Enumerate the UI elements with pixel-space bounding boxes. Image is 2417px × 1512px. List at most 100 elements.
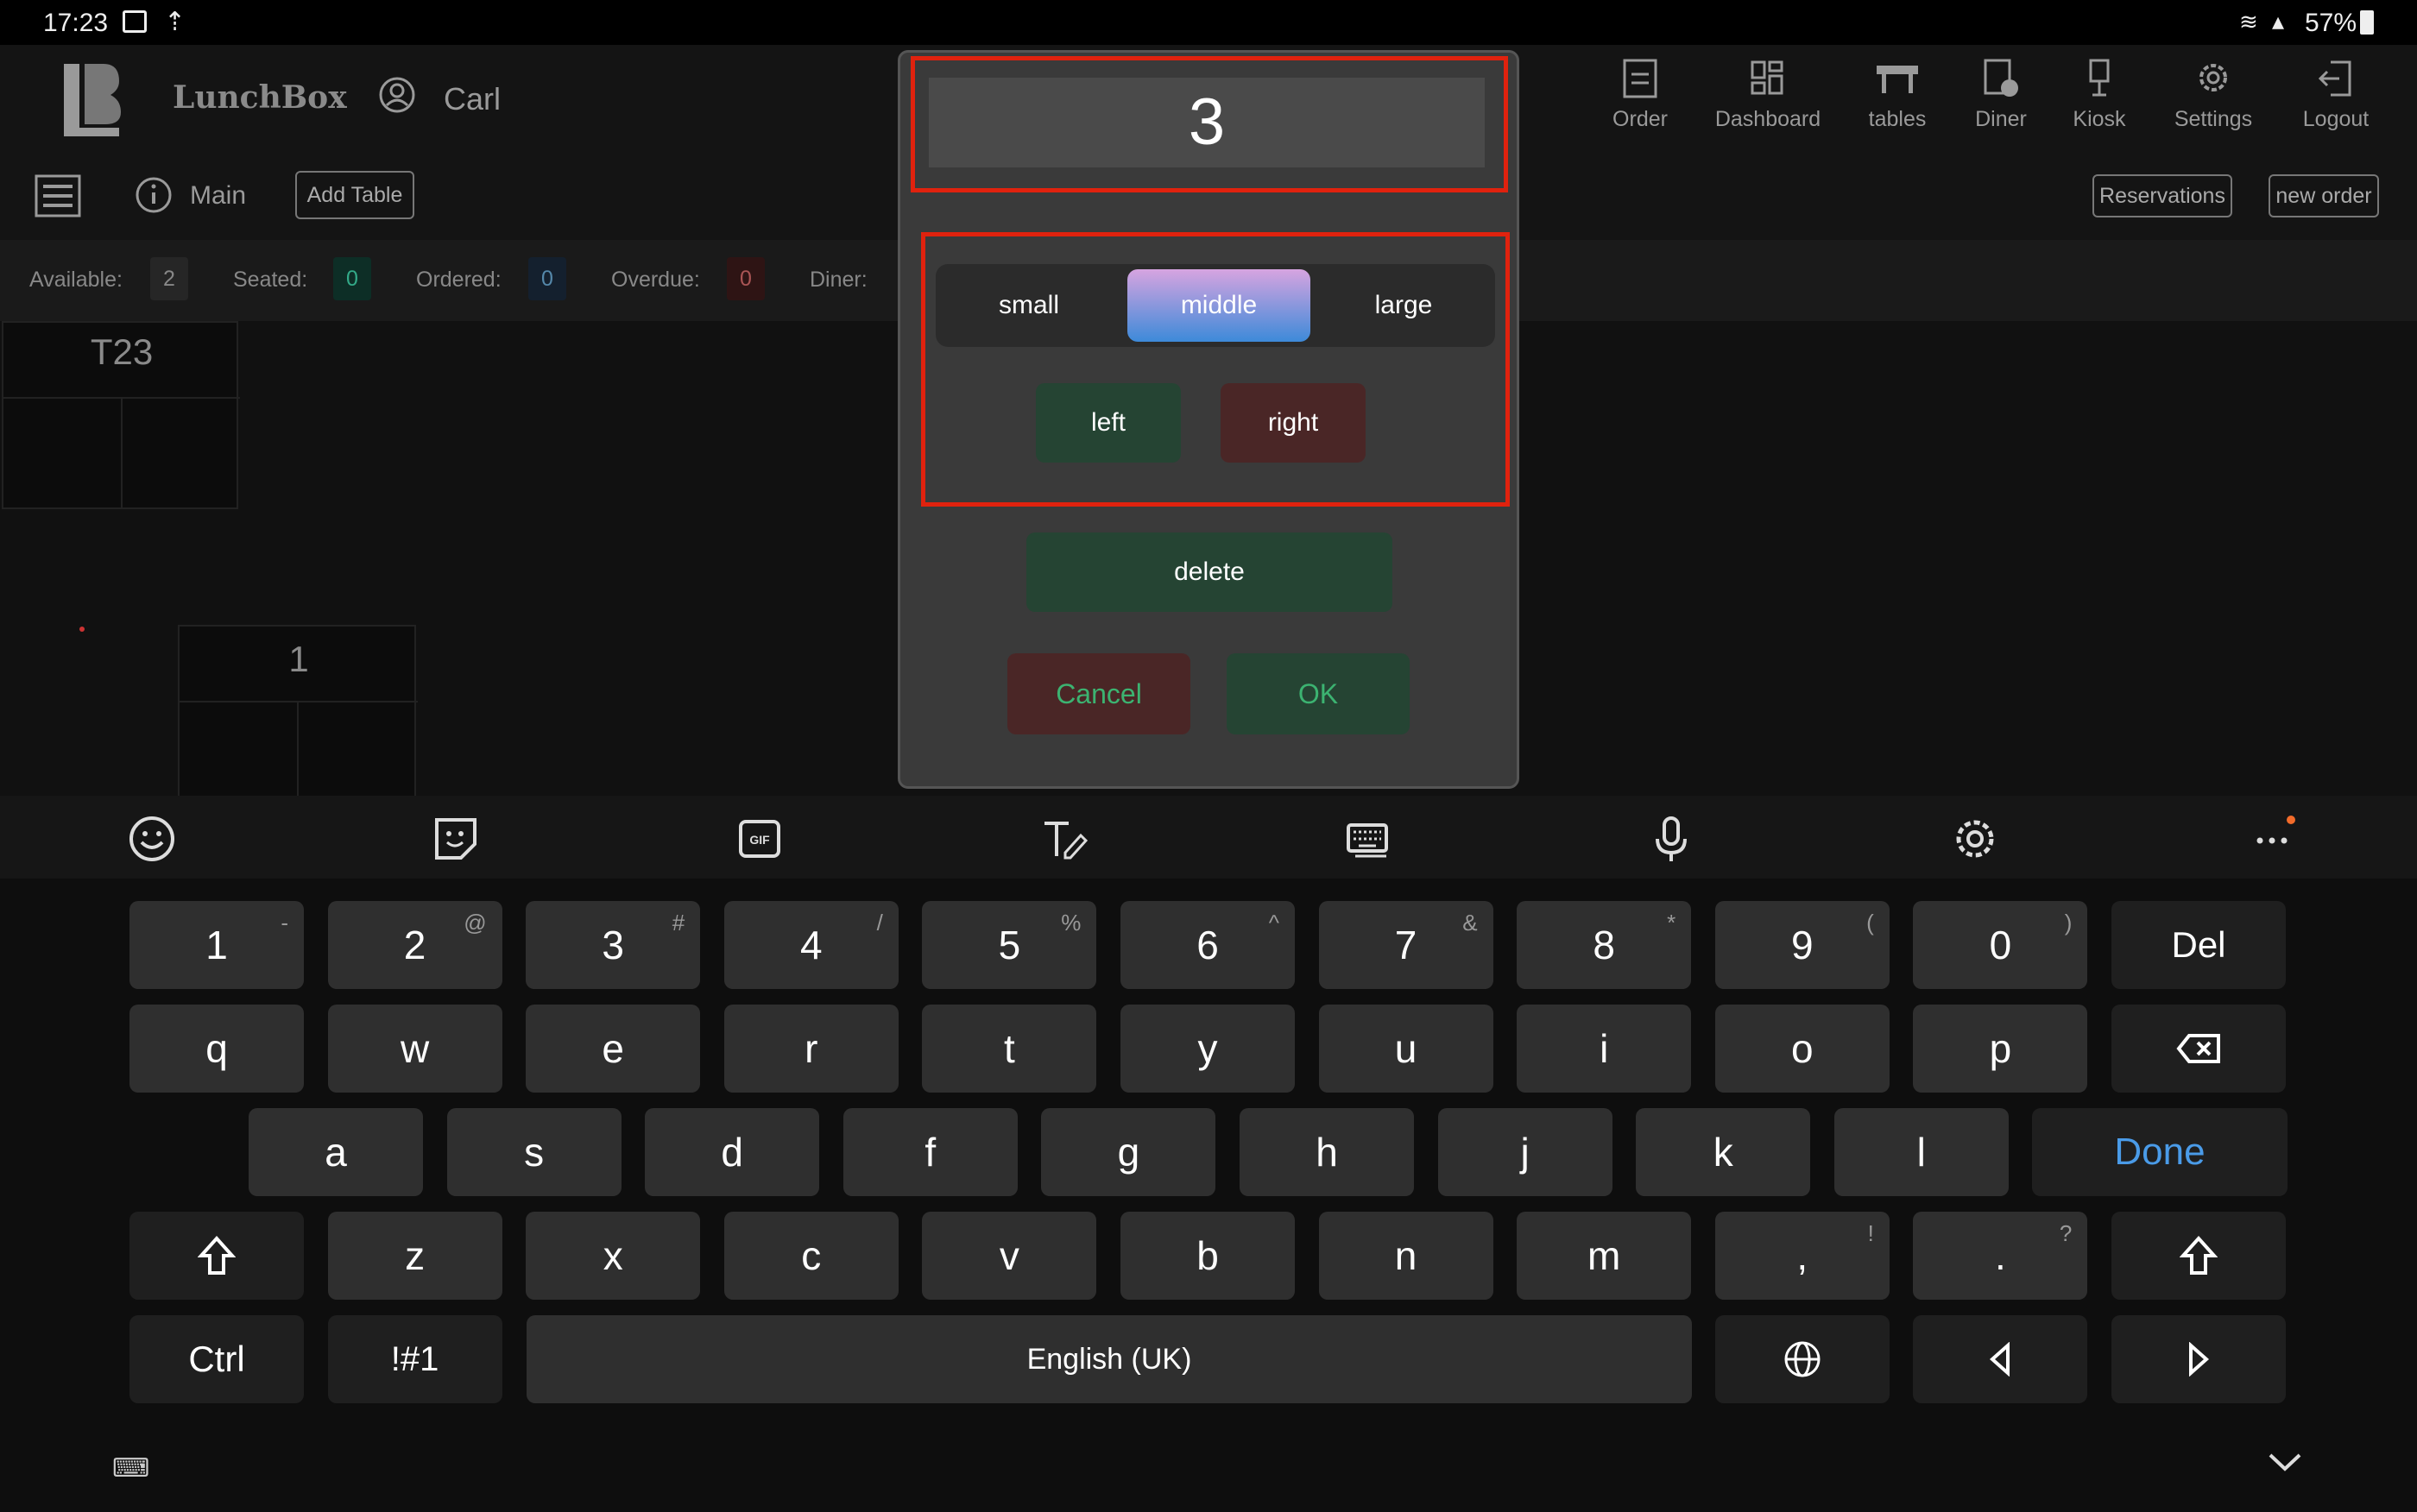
key-q[interactable]: q (129, 1005, 304, 1093)
done-key[interactable]: Done (2032, 1108, 2288, 1196)
key-0[interactable]: 0) (1913, 901, 2088, 989)
key-l[interactable]: l (1833, 1108, 2009, 1196)
nav-kiosk[interactable]: Kiosk (2061, 57, 2137, 132)
key-f[interactable]: f (842, 1108, 1018, 1196)
backspace-key-label (2111, 1005, 2286, 1093)
key-del[interactable]: Del (2111, 901, 2286, 989)
value-highlight-box: 3 (911, 56, 1508, 192)
shift-key-left-label (129, 1212, 304, 1300)
ok-button[interactable]: OK (1227, 653, 1410, 734)
align-left-button[interactable]: left (1036, 383, 1181, 463)
list-menu-icon[interactable] (35, 174, 81, 217)
new-order-button[interactable]: new order (2269, 174, 2379, 217)
key-l-label: l (1916, 1130, 1926, 1175)
symbols-key[interactable]: !#1 (327, 1315, 502, 1403)
key-g-label: g (1117, 1130, 1140, 1175)
key-y[interactable]: y (1120, 1005, 1295, 1093)
key-x[interactable]: x (526, 1212, 701, 1300)
key-5[interactable]: 5% (922, 901, 1097, 989)
cancel-button[interactable]: Cancel (1007, 653, 1190, 734)
hide-keyboard-icon[interactable] (2263, 1445, 2307, 1479)
key-9[interactable]: 9( (1714, 901, 1890, 989)
ctrl-key[interactable]: Ctrl (129, 1315, 304, 1403)
key-c[interactable]: c (723, 1212, 899, 1300)
key-w[interactable]: w (327, 1005, 502, 1093)
key-4[interactable]: 4/ (723, 901, 899, 989)
key-6[interactable]: 6 ^ (1120, 901, 1295, 989)
logout-icon (2318, 60, 2351, 97)
size-small-button[interactable]: small (941, 269, 1117, 342)
key-x-label: x (603, 1233, 623, 1278)
key-h[interactable]: h (1240, 1108, 1414, 1196)
table-divider (180, 701, 418, 702)
add-table-button[interactable]: Add Table (295, 171, 414, 219)
stat-diner-label: Diner: (810, 268, 868, 292)
table-name-input[interactable]: 3 (929, 78, 1485, 167)
table-1[interactable]: 1 (178, 625, 418, 811)
status-time: 17:23 (43, 9, 109, 37)
table-edit-dialog: 3 small middle large left right delete C… (898, 50, 1519, 789)
nav-dashboard[interactable]: Dashboard (1709, 57, 1827, 132)
nav-order-label: Order (1612, 107, 1668, 131)
nav-order[interactable]: Order (1593, 57, 1687, 132)
key-7[interactable]: 7 & (1318, 901, 1493, 989)
key-b[interactable]: b (1120, 1212, 1295, 1300)
key-s[interactable]: s (446, 1108, 622, 1196)
backspace-key[interactable] (2111, 1005, 2286, 1093)
key-a[interactable]: a (249, 1108, 423, 1196)
shift-key-left[interactable] (129, 1212, 304, 1300)
user-avatar-icon[interactable] (378, 76, 416, 114)
language-globe-key[interactable] (1714, 1315, 1890, 1403)
key-2[interactable]: 2 @ (327, 901, 502, 989)
nav-tables[interactable]: tables (1854, 57, 1941, 132)
key-8[interactable]: 8 * (1517, 901, 1692, 989)
key-d[interactable]: d (645, 1108, 820, 1196)
key-v[interactable]: v (922, 1212, 1097, 1300)
size-large-button[interactable]: large (1316, 269, 1492, 342)
key-comma[interactable]: ,! (1714, 1212, 1890, 1300)
key-e[interactable]: e (526, 1005, 701, 1093)
key-f-label: f (925, 1130, 937, 1175)
key-j[interactable]: j (1437, 1108, 1612, 1196)
user-name[interactable]: Carl (444, 81, 501, 117)
space-key[interactable]: English (UK) (527, 1315, 1692, 1403)
key-w-label: w (400, 1026, 430, 1071)
key-z[interactable]: z (327, 1212, 502, 1300)
key-0-label: 0 (1989, 923, 2012, 967)
shift-key-right[interactable] (2111, 1212, 2286, 1300)
stat-ordered-value: 0 (528, 257, 566, 300)
nav-kiosk-label: Kiosk (2073, 107, 2126, 131)
delete-button[interactable]: delete (1026, 532, 1392, 612)
nav-settings[interactable]: Settings (2160, 57, 2267, 132)
key-i[interactable]: i (1517, 1005, 1692, 1093)
key-o[interactable]: o (1714, 1005, 1890, 1093)
size-middle-button[interactable]: middle (1127, 269, 1310, 342)
key-r[interactable]: r (723, 1005, 899, 1093)
nav-diner[interactable]: Diner (1959, 57, 2042, 132)
key-u-label: u (1394, 1026, 1417, 1071)
reservations-button[interactable]: Reservations (2092, 174, 2232, 217)
cursor-left-key[interactable] (1913, 1315, 2088, 1403)
key-t[interactable]: t (922, 1005, 1097, 1093)
key-n[interactable]: n (1318, 1212, 1493, 1300)
key-1[interactable]: 1- (129, 901, 304, 989)
key-u[interactable]: u (1318, 1005, 1493, 1093)
table-t23[interactable]: T23 (2, 321, 240, 632)
nav-settings-label: Settings (2174, 107, 2253, 131)
cursor-right-key[interactable] (2111, 1315, 2286, 1403)
key-4-secondary: / (876, 910, 883, 936)
key-g[interactable]: g (1041, 1108, 1216, 1196)
language-globe-key-label (1715, 1315, 1890, 1403)
table-1-label: 1 (288, 639, 309, 679)
keyboard-switch-icon[interactable]: ⌨ (112, 1453, 149, 1484)
key-3[interactable]: 3 # (526, 901, 701, 989)
onscreen-keyboard: GIF 1-2 @3 #4/5% 6 ^ 7 & 8 * 9(0) Del q w e r t y u i o p a s d… (0, 796, 2417, 1512)
lunchbox-logo (59, 60, 124, 140)
key-k[interactable]: k (1636, 1108, 1811, 1196)
key-m[interactable]: m (1517, 1212, 1692, 1300)
nav-logout[interactable]: Logout (2289, 57, 2382, 132)
key-period[interactable]: .? (1913, 1212, 2088, 1300)
key-p[interactable]: p (1913, 1005, 2088, 1093)
align-right-button[interactable]: right (1221, 383, 1366, 463)
gear-icon (2199, 64, 2227, 91)
